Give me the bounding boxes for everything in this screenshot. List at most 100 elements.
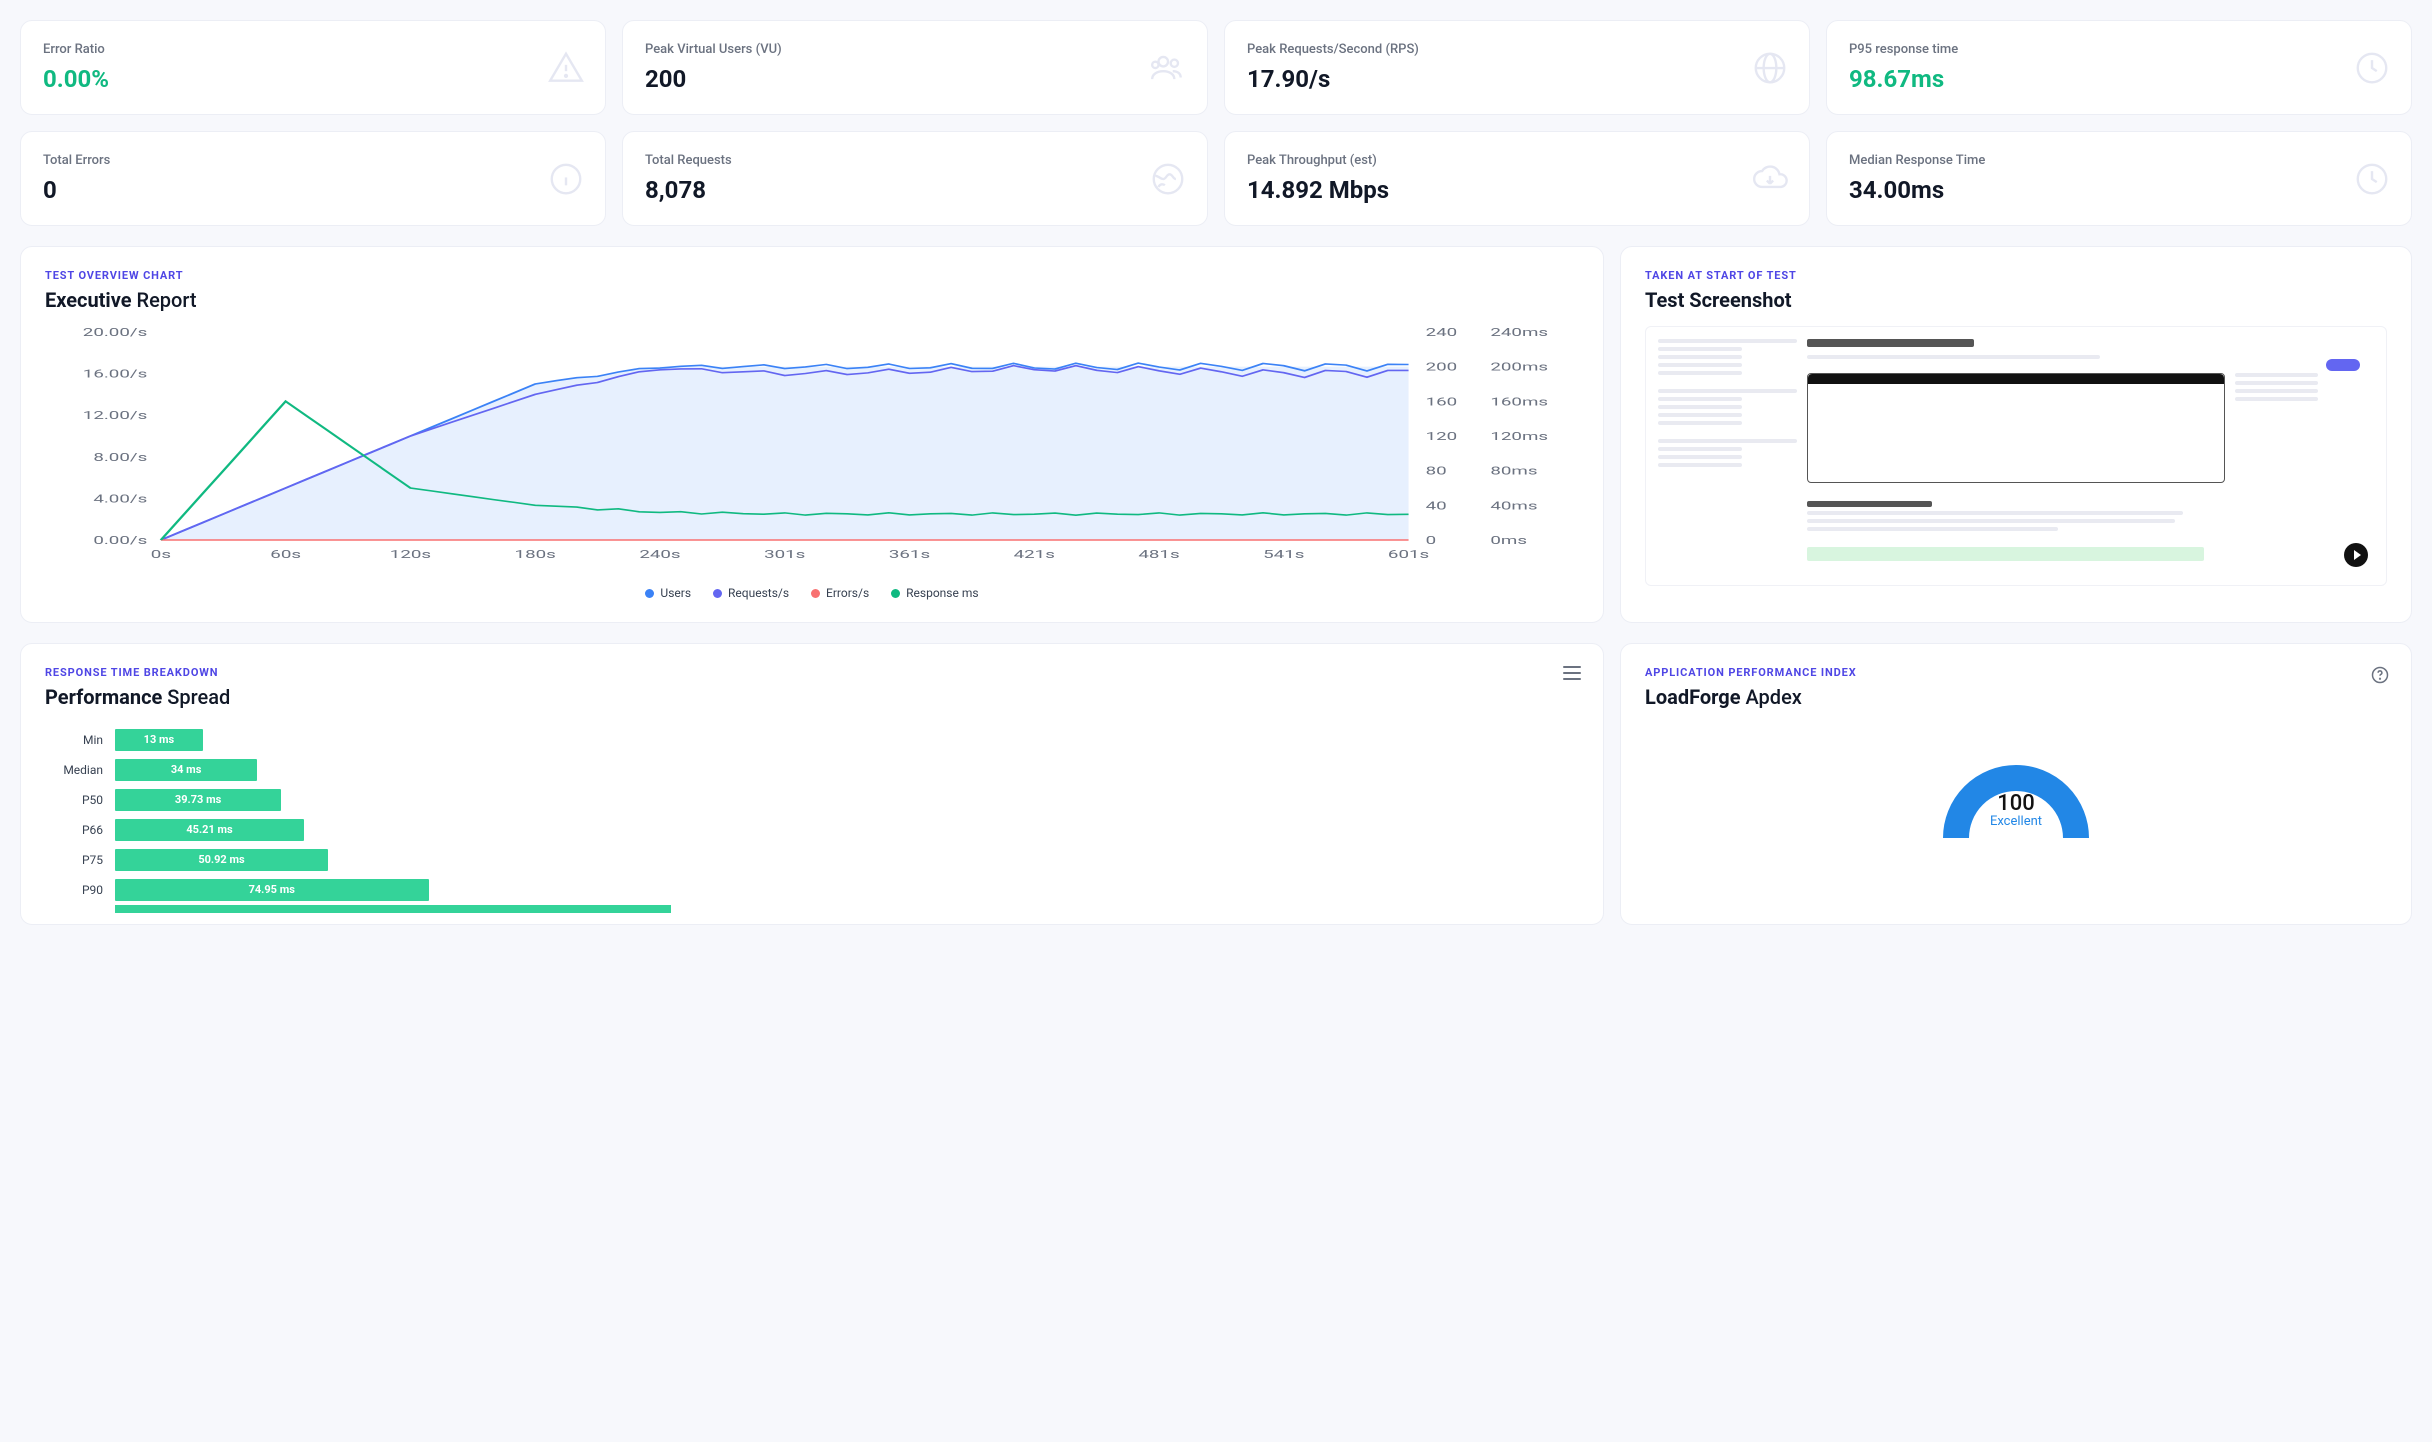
- perf-row-label: P50: [45, 793, 115, 807]
- info-icon: [547, 160, 585, 198]
- kpi-card-peak-virtual-users-vu: Peak Virtual Users (VU)200: [622, 20, 1208, 115]
- kpi-grid: Error Ratio 0.00% Peak Virtual Users (VU)2…: [20, 20, 2412, 226]
- perf-row-p75: P7550.92 ms: [45, 845, 1579, 874]
- kpi-label: Peak Virtual Users (VU): [645, 42, 1185, 57]
- svg-text:4.00/s: 4.00/s: [93, 492, 147, 505]
- svg-text:20.00/s: 20.00/s: [83, 326, 148, 339]
- perf-bar: 13 ms: [115, 729, 203, 751]
- svg-text:601s: 601s: [1388, 548, 1429, 561]
- kpi-label: P95 response time: [1849, 42, 2389, 57]
- apdex-panel: APPLICATION PERFORMANCE INDEX LoadForge …: [1620, 643, 2412, 925]
- perf-title: Performance Spread: [45, 685, 1579, 709]
- svg-text:541s: 541s: [1263, 548, 1304, 561]
- perf-row-p66: P6645.21 ms: [45, 815, 1579, 844]
- kpi-value: 98.67ms: [1849, 65, 2389, 93]
- kpi-card-p95-response-time: P95 response time 98.67ms: [1826, 20, 2412, 115]
- perf-bar: 74.95 ms: [115, 879, 429, 901]
- svg-text:240s: 240s: [639, 548, 680, 561]
- clock-icon: [2353, 49, 2391, 87]
- kpi-label: Peak Requests/Second (RPS): [1247, 42, 1787, 57]
- perf-eyebrow: RESPONSE TIME BREAKDOWN: [45, 666, 1579, 679]
- kpi-card-total-requests: Total Requests8,078: [622, 131, 1208, 226]
- perf-row-min: Min13 ms: [45, 725, 1579, 754]
- apdex-gauge: 100 Excellent: [1931, 723, 2101, 863]
- svg-text:120s: 120s: [390, 548, 431, 561]
- kpi-value: 14.892 Mbps: [1247, 176, 1787, 204]
- svg-text:301s: 301s: [764, 548, 805, 561]
- perf-row-label: P90: [45, 883, 115, 897]
- svg-text:240: 240: [1426, 326, 1458, 339]
- warning-icon: [547, 49, 585, 87]
- kpi-label: Error Ratio: [43, 42, 583, 57]
- kpi-card-total-errors: Total Errors 0: [20, 131, 606, 226]
- svg-text:0.00/s: 0.00/s: [93, 534, 147, 547]
- perf-row-label: P66: [45, 823, 115, 837]
- kpi-value: 34.00ms: [1849, 176, 2389, 204]
- screenshot-thumbnail[interactable]: [1645, 326, 2387, 586]
- exec-title: Executive Report: [45, 288, 1579, 312]
- perf-spread-panel: RESPONSE TIME BREAKDOWN Performance Spre…: [20, 643, 1604, 925]
- chart-menu-icon[interactable]: [1563, 666, 1581, 680]
- download-icon: [1751, 160, 1789, 198]
- exec-eyebrow: TEST OVERVIEW CHART: [45, 269, 1579, 282]
- svg-text:200ms: 200ms: [1490, 361, 1548, 374]
- perf-bar: 45.21 ms: [115, 819, 304, 841]
- legend-item[interactable]: Errors/s: [811, 586, 869, 600]
- svg-text:180s: 180s: [515, 548, 556, 561]
- svg-text:481s: 481s: [1138, 548, 1179, 561]
- svg-text:80: 80: [1426, 465, 1447, 478]
- kpi-label: Peak Throughput (est): [1247, 153, 1787, 168]
- svg-text:160ms: 160ms: [1490, 395, 1548, 408]
- svg-text:12.00/s: 12.00/s: [83, 409, 148, 422]
- svg-text:16.00/s: 16.00/s: [83, 368, 148, 381]
- perf-row-label: P75: [45, 853, 115, 867]
- kpi-value: 0.00%: [43, 65, 583, 93]
- legend-item[interactable]: Requests/s: [713, 586, 789, 600]
- dashboard-badge: [2326, 359, 2360, 371]
- exec-chart: 0.00/s 4.00/s 8.00/s 12.00/s 16.00/s 20.00/s 0…: [45, 326, 1579, 576]
- svg-text:40ms: 40ms: [1490, 499, 1537, 512]
- play-icon[interactable]: [2344, 543, 2368, 567]
- bottom-row: RESPONSE TIME BREAKDOWN Performance Spre…: [20, 643, 2412, 925]
- kpi-label: Total Requests: [645, 153, 1185, 168]
- svg-text:0s: 0s: [151, 548, 171, 561]
- globe-icon: [1751, 49, 1789, 87]
- svg-text:240ms: 240ms: [1490, 326, 1548, 339]
- svg-text:40: 40: [1426, 499, 1447, 512]
- charts-row: TEST OVERVIEW CHART Executive Report 0.0…: [20, 246, 2412, 623]
- earth-icon: [1149, 160, 1187, 198]
- kpi-value: 0: [43, 176, 583, 204]
- kpi-label: Total Errors: [43, 153, 583, 168]
- screenshot-panel: TAKEN AT START OF TEST Test Screenshot: [1620, 246, 2412, 623]
- perf-row-label: Min: [45, 733, 115, 747]
- help-icon[interactable]: [2371, 666, 2389, 684]
- legend-item[interactable]: Response ms: [891, 586, 978, 600]
- svg-text:421s: 421s: [1014, 548, 1055, 561]
- perf-row-p50: P5039.73 ms: [45, 785, 1579, 814]
- screenshot-eyebrow: TAKEN AT START OF TEST: [1645, 269, 2387, 282]
- kpi-card-median-response-time: Median Response Time 34.00ms: [1826, 131, 2412, 226]
- kpi-label: Median Response Time: [1849, 153, 2389, 168]
- apdex-score: 100: [1931, 791, 2101, 816]
- svg-text:120ms: 120ms: [1490, 430, 1548, 443]
- screenshot-title: Test Screenshot: [1645, 288, 2387, 312]
- perf-bar: 39.73 ms: [115, 789, 281, 811]
- legend-item[interactable]: Users: [645, 586, 691, 600]
- perf-row-label: Median: [45, 763, 115, 777]
- executive-report-panel: TEST OVERVIEW CHART Executive Report 0.0…: [20, 246, 1604, 623]
- apdex-eyebrow: APPLICATION PERFORMANCE INDEX: [1645, 666, 2387, 679]
- clock-icon: [2353, 160, 2391, 198]
- kpi-card-error-ratio: Error Ratio 0.00%: [20, 20, 606, 115]
- kpi-card-peak-throughput-est: Peak Throughput (est) 14.892 Mbps: [1224, 131, 1810, 226]
- svg-text:0: 0: [1426, 534, 1437, 547]
- svg-text:0ms: 0ms: [1490, 534, 1527, 547]
- svg-text:200: 200: [1426, 361, 1458, 374]
- svg-text:60s: 60s: [270, 548, 301, 561]
- svg-text:160: 160: [1426, 395, 1458, 408]
- svg-text:8.00/s: 8.00/s: [93, 451, 147, 464]
- perf-row-median: Median34 ms: [45, 755, 1579, 784]
- kpi-card-peak-requests-second-rps: Peak Requests/Second (RPS)17.90/s: [1224, 20, 1810, 115]
- perf-row-p90: P9074.95 ms: [45, 875, 1579, 904]
- exec-legend: Users Requests/s Errors/s Response ms: [45, 586, 1579, 600]
- apdex-title: LoadForge Apdex: [1645, 685, 2387, 709]
